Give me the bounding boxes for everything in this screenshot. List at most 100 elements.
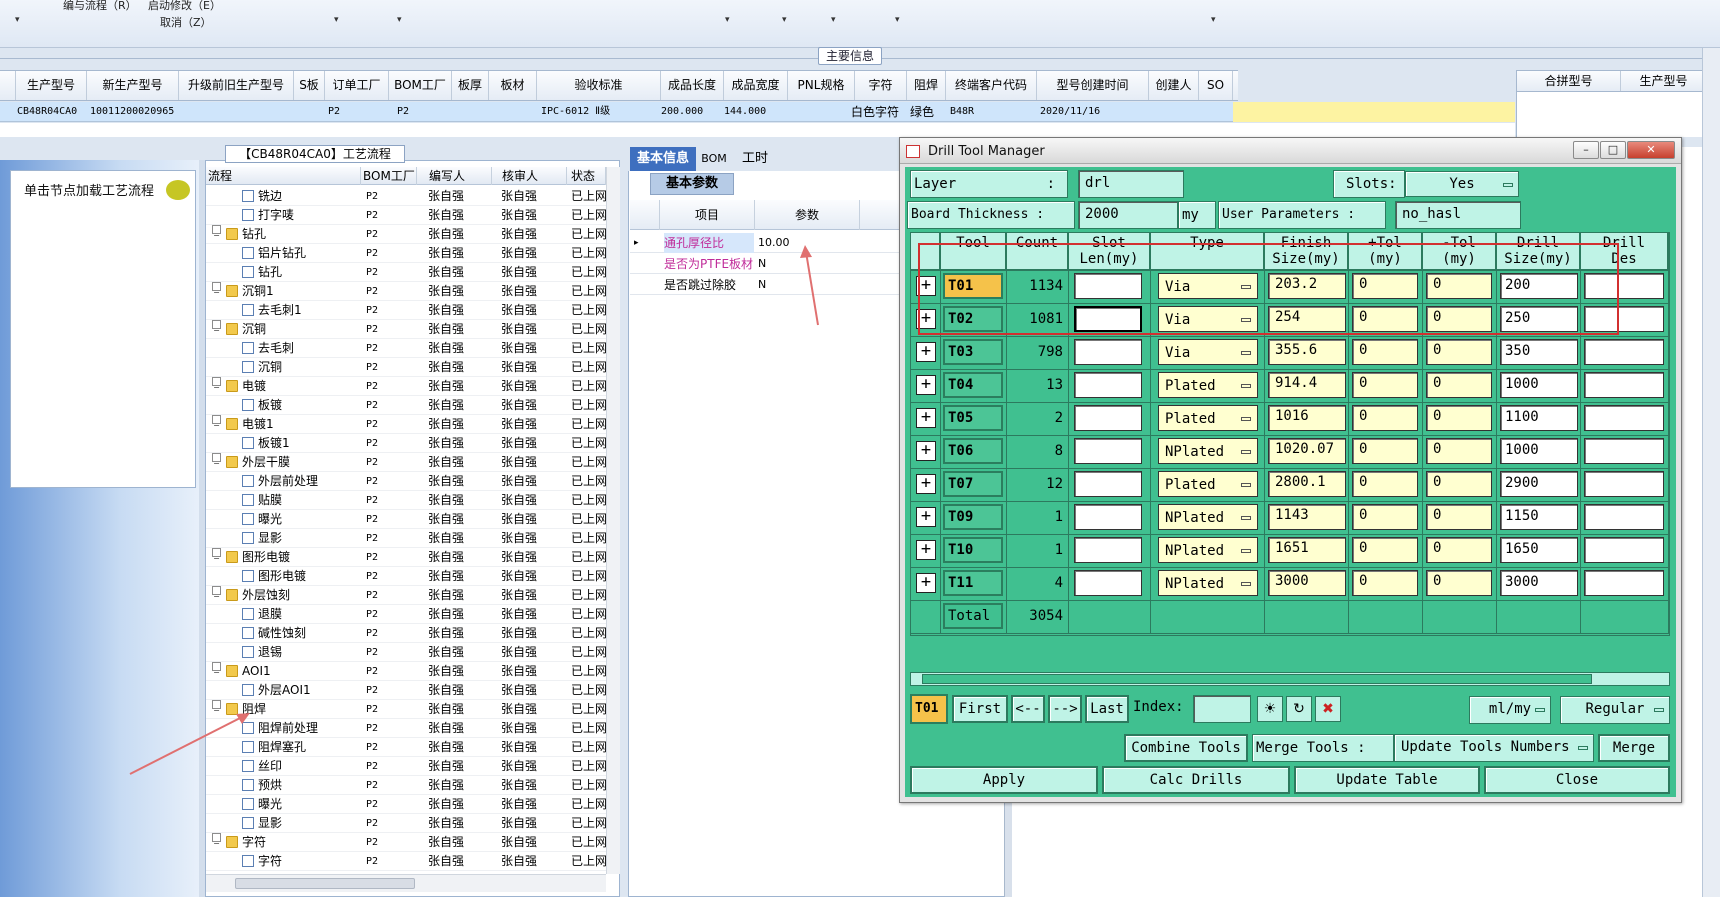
tree-row[interactable]: 预烘 P2 张自强 张自强 已上网 xyxy=(206,776,606,795)
tab-basic-info[interactable]: 基本信息 xyxy=(630,147,696,171)
toolbar-cancel[interactable]: 取消（Z） xyxy=(160,14,212,30)
type-menu[interactable]: Via xyxy=(1158,339,1258,365)
column-header[interactable]: 成品长度 xyxy=(661,71,724,100)
apply-button[interactable]: Apply xyxy=(910,766,1098,794)
column-header[interactable]: 成品宽度 xyxy=(724,71,788,100)
prev-button[interactable]: <-- xyxy=(1011,695,1045,723)
close-icon[interactable]: ✕ xyxy=(1627,141,1675,159)
dropdown-arrow-icon[interactable]: ▾ xyxy=(397,15,402,25)
bulb-icon[interactable]: ☀ xyxy=(1257,696,1283,722)
column-header[interactable]: 创建人 xyxy=(1149,71,1199,100)
tree-node[interactable]: 曝光 xyxy=(242,510,282,529)
cell[interactable]: 200.000 xyxy=(661,102,724,122)
column-header[interactable]: 状态 xyxy=(567,167,606,185)
cell[interactable]: 144.000 xyxy=(724,102,788,122)
tree-row[interactable]: 去毛刺 P2 张自强 张自强 已上网 xyxy=(206,339,606,358)
drill-des-field[interactable] xyxy=(1584,405,1664,431)
expand-row-icon[interactable]: + xyxy=(916,342,936,362)
tree-row[interactable]: − 外层干膜 P2 张自强 张自强 已上网 xyxy=(206,453,606,472)
tree-node[interactable]: 沉铜1 xyxy=(226,282,274,301)
dropdown-arrow-icon[interactable]: ▾ xyxy=(831,15,836,25)
tree-row[interactable]: 丝印 P2 张自强 张自强 已上网 xyxy=(206,757,606,776)
minus-tol-field[interactable]: 0 xyxy=(1426,537,1492,563)
dropdown-arrow-icon[interactable]: ▾ xyxy=(334,15,339,25)
type-menu[interactable]: Plated xyxy=(1158,372,1258,398)
cell[interactable]: 10011200020965 xyxy=(87,102,179,122)
units-menu[interactable]: ml/my xyxy=(1469,696,1551,724)
column-header[interactable]: 流程 xyxy=(206,167,361,185)
column-header[interactable]: 终端客户代码 xyxy=(946,71,1037,100)
dropdown-arrow-icon[interactable]: ▾ xyxy=(782,15,787,25)
type-menu[interactable]: NPlated xyxy=(1158,504,1258,530)
tree-row[interactable]: 退膜 P2 张自强 张自强 已上网 xyxy=(206,605,606,624)
tree-row[interactable]: 铣边 P2 张自强 张自强 已上网 xyxy=(206,187,606,206)
column-header[interactable]: PNL规格 xyxy=(788,71,855,100)
finish-size-field[interactable]: 1651 xyxy=(1268,537,1346,563)
drill-des-field[interactable] xyxy=(1584,372,1664,398)
toolbar-edit-flow[interactable]: 编与流程（R） xyxy=(63,0,137,13)
column-header[interactable]: BOM工厂 xyxy=(361,167,417,185)
mode-menu[interactable]: Regular xyxy=(1560,696,1670,724)
slots-menu[interactable]: Yes xyxy=(1405,171,1519,197)
plus-tol-field[interactable]: 0 xyxy=(1352,570,1418,596)
tree-node[interactable]: 退膜 xyxy=(242,605,282,624)
drill-des-field[interactable] xyxy=(1584,537,1664,563)
slot-length-field[interactable] xyxy=(1074,537,1142,563)
dropdown-arrow-icon[interactable]: ▾ xyxy=(725,15,730,25)
minus-tol-field[interactable]: 0 xyxy=(1426,339,1492,365)
column-header[interactable]: 项目 xyxy=(660,200,755,230)
column-header[interactable]: S板 xyxy=(294,71,325,100)
main-info-row[interactable]: CB48R04CA0 10011200020965 P2 P2 IPC-6012… xyxy=(0,102,1238,122)
type-menu[interactable]: NPlated xyxy=(1158,438,1258,464)
tree-node[interactable]: 外层前处理 xyxy=(242,472,318,491)
maximize-button[interactable]: □ xyxy=(1600,141,1626,159)
type-menu[interactable]: Plated xyxy=(1158,471,1258,497)
finish-size-field[interactable]: 1020.07 xyxy=(1268,438,1346,464)
drill-size-field[interactable]: 1150 xyxy=(1500,504,1578,530)
type-menu[interactable]: NPlated xyxy=(1158,570,1258,596)
dropdown-arrow-icon[interactable]: ▾ xyxy=(895,15,900,25)
delete-icon[interactable]: ✖ xyxy=(1315,696,1341,722)
tree-node[interactable]: 显影 xyxy=(242,814,282,833)
tree-node[interactable]: 阻焊 xyxy=(226,700,266,719)
scrollbar-thumb[interactable] xyxy=(922,674,1592,684)
tree-row[interactable]: 阻焊塞孔 P2 张自强 张自强 已上网 xyxy=(206,738,606,757)
drill-des-field[interactable] xyxy=(1584,339,1664,365)
calc-drills-button[interactable]: Calc Drills xyxy=(1102,766,1290,794)
tree-node[interactable]: 沉铜 xyxy=(226,320,266,339)
tree-node[interactable]: 曝光 xyxy=(242,795,282,814)
tree-row[interactable]: 图形电镀 P2 张自强 张自强 已上网 xyxy=(206,567,606,586)
expand-row-icon[interactable]: + xyxy=(916,375,936,395)
tree-node[interactable]: 预烘 xyxy=(242,776,282,795)
column-header[interactable]: 验收标准 xyxy=(537,71,661,100)
expand-row-icon[interactable]: + xyxy=(916,540,936,560)
collapse-icon[interactable]: − xyxy=(212,377,221,392)
tab-basic-params[interactable]: 基本参数 xyxy=(650,173,734,195)
tree-row[interactable]: 外层AOI1 P2 张自强 张自强 已上网 xyxy=(206,681,606,700)
tool-button[interactable]: T04 xyxy=(943,372,1003,398)
scrollbar-thumb[interactable] xyxy=(235,878,415,889)
drill-des-field[interactable] xyxy=(1584,504,1664,530)
refresh-icon[interactable]: ↻ xyxy=(1286,696,1312,722)
flow-load-area[interactable] xyxy=(10,170,196,488)
tool-button[interactable]: T10 xyxy=(943,537,1003,563)
column-header[interactable]: 生产型号 xyxy=(1621,71,1707,91)
plus-tol-field[interactable]: 0 xyxy=(1352,504,1418,530)
combine-tools-button[interactable]: Combine Tools xyxy=(1124,734,1248,762)
tree-row[interactable]: − 电镀 P2 张自强 张自强 已上网 xyxy=(206,377,606,396)
finish-size-field[interactable]: 3000 xyxy=(1268,570,1346,596)
tree-node[interactable]: 图形电镀 xyxy=(226,548,290,567)
slot-length-field[interactable] xyxy=(1074,504,1142,530)
tree-node[interactable]: 铣边 xyxy=(242,187,282,206)
cell[interactable]: CB48R04CA0 xyxy=(16,102,87,122)
next-button[interactable]: --> xyxy=(1048,695,1082,723)
tree-node[interactable]: 字符 xyxy=(226,833,266,852)
tree-node[interactable]: 退锡 xyxy=(242,643,282,662)
column-header[interactable]: 字符 xyxy=(855,71,907,100)
tree-row[interactable]: − AOI1 P2 张自强 张自强 已上网 xyxy=(206,662,606,681)
dropdown-arrow-icon[interactable]: ▾ xyxy=(1211,15,1216,25)
tree-row[interactable]: 沉铜 P2 张自强 张自强 已上网 xyxy=(206,358,606,377)
plus-tol-field[interactable]: 0 xyxy=(1352,537,1418,563)
tree-row[interactable]: 铝片钻孔 P2 张自强 张自强 已上网 xyxy=(206,244,606,263)
board-thickness-field[interactable]: 2000 xyxy=(1078,201,1178,229)
